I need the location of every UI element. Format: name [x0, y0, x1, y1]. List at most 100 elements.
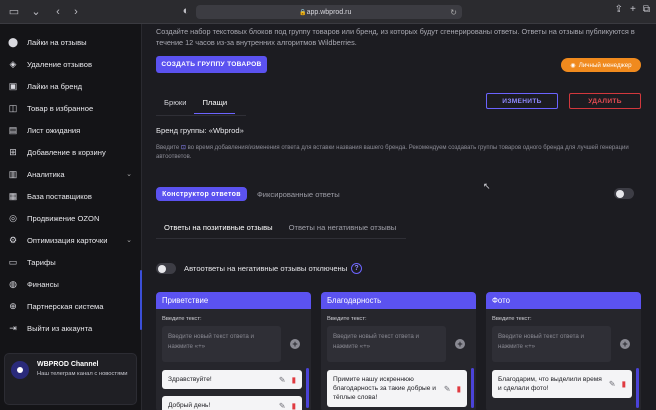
constructor-tab[interactable]: Конструктор ответов [156, 187, 247, 201]
card-scrollbar[interactable] [636, 368, 639, 408]
add-icon[interactable]: + [620, 339, 630, 349]
help-icon[interactable]: ? [351, 263, 362, 274]
dropdown-icon[interactable]: ⌄ [28, 5, 44, 18]
tab-pants[interactable]: Брюки [156, 94, 194, 114]
user-plus-icon: ⊕ [9, 300, 17, 311]
card-text-input[interactable]: Введите новый текст ответа и нажмите «+» [162, 326, 281, 362]
chevron-down-icon[interactable]: ⌄ [126, 236, 132, 244]
hint-text: во время добавления/изменения ответа для… [156, 145, 629, 160]
sidebar-item-label: Тарифы [27, 257, 56, 267]
tab-positive-reviews[interactable]: Ответы на позитивные отзывы [156, 220, 281, 239]
wallet-icon: ▭ [8, 256, 18, 267]
channel-logo [11, 361, 29, 379]
sidebar-item[interactable]: ◫ Товар в избранное [0, 99, 142, 117]
reload-icon[interactable]: ↻ [450, 8, 457, 17]
browser-toolbar: ▭ ⌄ ‹ › ◐ 🔒 app.wbprod.ru ↻ ⇪ + ⧉ [0, 0, 656, 24]
card-photo: Фото Введите текст: Введите новый текст … [486, 292, 641, 410]
address-bar[interactable]: 🔒 app.wbprod.ru ↻ [196, 5, 462, 19]
card-text-input[interactable]: Введите новый текст ответа и нажмите «+» [327, 326, 446, 362]
sidebar-item-label: Финансы [27, 279, 59, 289]
back-icon[interactable]: ‹ [50, 6, 66, 18]
sidebar-item[interactable]: ⬤ Лайки на отзывы [0, 33, 142, 51]
megaphone-icon: ◈ [9, 58, 17, 69]
review-tabs: Ответы на позитивные отзывы Ответы на не… [156, 220, 404, 239]
mouse-cursor-icon: ↖ [483, 181, 491, 191]
card-greeting: Приветствие Введите текст: Введите новый… [156, 292, 311, 410]
card-scrollbar[interactable] [471, 368, 474, 408]
response-text: Примите нашу искреннюю благодарность за … [333, 376, 436, 401]
sidebar-item-label: Удаление отзывов [27, 59, 92, 69]
sidebar-item-label: Добавление в корзину [27, 147, 106, 157]
response-text: Благодарим, что выделили время и сделали… [498, 376, 602, 392]
response-text: Здравствуйте! [168, 376, 212, 383]
tabs-overview-icon[interactable]: ⧉ [643, 4, 650, 15]
tab-negative-reviews[interactable]: Ответы на негативные отзывы [281, 220, 405, 239]
bag-icon: ◫ [8, 102, 18, 113]
chevron-down-icon[interactable]: ⌄ [126, 170, 132, 178]
edit-button[interactable]: ИЗМЕНИТЬ [486, 93, 558, 109]
add-icon[interactable]: + [455, 339, 465, 349]
cart-icon: ⊞ [9, 146, 17, 157]
shield-icon[interactable]: ◐ [178, 5, 194, 17]
sidebar-item[interactable]: ⇥ Выйти из аккаунта [0, 319, 142, 337]
sidebar-item[interactable]: ◍ Финансы [0, 275, 142, 293]
sidebar-item[interactable]: ▦ База поставщиков [0, 187, 142, 205]
sidebar-toggle-icon[interactable]: ▭ [6, 5, 22, 18]
sidebar-item[interactable]: ▭ Тарифы [0, 253, 142, 271]
headset-icon: ◉ [570, 61, 576, 69]
response-item: Примите нашу искреннюю благодарность за … [327, 370, 467, 407]
forward-icon[interactable]: › [68, 6, 84, 18]
card-text-input[interactable]: Введите новый текст ответа и нажмите «+» [492, 326, 611, 362]
pencil-icon[interactable]: ✎ [609, 380, 616, 389]
add-icon[interactable]: + [290, 339, 300, 349]
database-icon: ▦ [8, 190, 18, 201]
sidebar-item-label: Лист ожидания [27, 125, 81, 135]
trash-icon[interactable]: ▮ [622, 380, 626, 389]
fixed-answers-tab[interactable]: Фиксированные ответы [257, 190, 340, 199]
sidebar-item[interactable]: ▥ Аналитика ⌄ [0, 165, 142, 183]
personal-manager-label: Личный менеджер [578, 61, 632, 69]
sidebar-item[interactable]: ⚙ Оптимизация карточки ⌄ [0, 231, 142, 249]
card-gratitude: Благодарность Введите текст: Введите нов… [321, 292, 476, 410]
pencil-icon[interactable]: ✎ [279, 375, 286, 384]
sidebar-item[interactable]: ▣ Лайки на бренд [0, 77, 142, 95]
delete-button[interactable]: УДАЛИТЬ [569, 93, 641, 109]
sidebar-item-label: Лайки на бренд [27, 81, 83, 91]
review-tabs-divider [156, 238, 406, 239]
coins-icon: ◍ [9, 278, 17, 289]
mode-toggle[interactable] [614, 188, 634, 199]
sidebar-item[interactable]: ⊞ Добавление в корзину [0, 143, 142, 161]
card-title: Благодарность [321, 292, 476, 309]
share-icon[interactable]: ⇪ [615, 4, 623, 15]
new-tab-icon[interactable]: + [630, 4, 636, 15]
clipboard-icon: ▤ [8, 124, 18, 135]
pencil-icon[interactable]: ✎ [444, 384, 451, 393]
trash-icon[interactable]: ▮ [292, 401, 296, 410]
channel-subtitle: Наш телеграм канал с новостями [37, 371, 128, 377]
create-group-button[interactable]: СОЗДАТЬ ГРУППУ ТОВАРОВ [156, 56, 267, 73]
sidebar-item[interactable]: ▤ Лист ожидания [0, 121, 142, 139]
sidebar-item-label: Оптимизация карточки [27, 235, 108, 245]
lock-icon: 🔒 [299, 9, 307, 16]
sidebar-item-label: Выйти из аккаунта [27, 323, 93, 333]
card-input-label: Введите текст: [162, 316, 202, 322]
pencil-icon[interactable]: ✎ [279, 401, 286, 410]
trash-icon[interactable]: ▮ [457, 384, 461, 393]
brand-tabs: Брюки Плащи [156, 94, 236, 114]
negative-autoreply-toggle[interactable] [156, 263, 176, 274]
trash-icon[interactable]: ▮ [292, 375, 296, 384]
brand-placeholder-icon: ⊡ [180, 145, 186, 151]
group-name: Бренд группы: «Wbprod» [156, 126, 244, 135]
card-input-label: Введите текст: [492, 316, 532, 322]
tab-coats[interactable]: Плащи [194, 94, 236, 114]
telegram-channel-card[interactable]: WBPROD Channel Наш телеграм канал с ново… [4, 353, 137, 405]
card-scrollbar[interactable] [306, 368, 309, 408]
sidebar-item[interactable]: ⊕ Партнерская система [0, 297, 142, 315]
personal-manager-button[interactable]: ◉ Личный менеджер [561, 58, 641, 72]
sidebar-item[interactable]: ◈ Удаление отзывов [0, 55, 142, 73]
sidebar-item-label: Аналитика [27, 169, 65, 179]
brand-tabs-divider [156, 115, 246, 116]
url-text: app.wbprod.ru [306, 8, 352, 16]
sidebar-item[interactable]: ◎ Продвижение OZON [0, 209, 142, 227]
gear-icon: ⚙ [8, 234, 18, 245]
